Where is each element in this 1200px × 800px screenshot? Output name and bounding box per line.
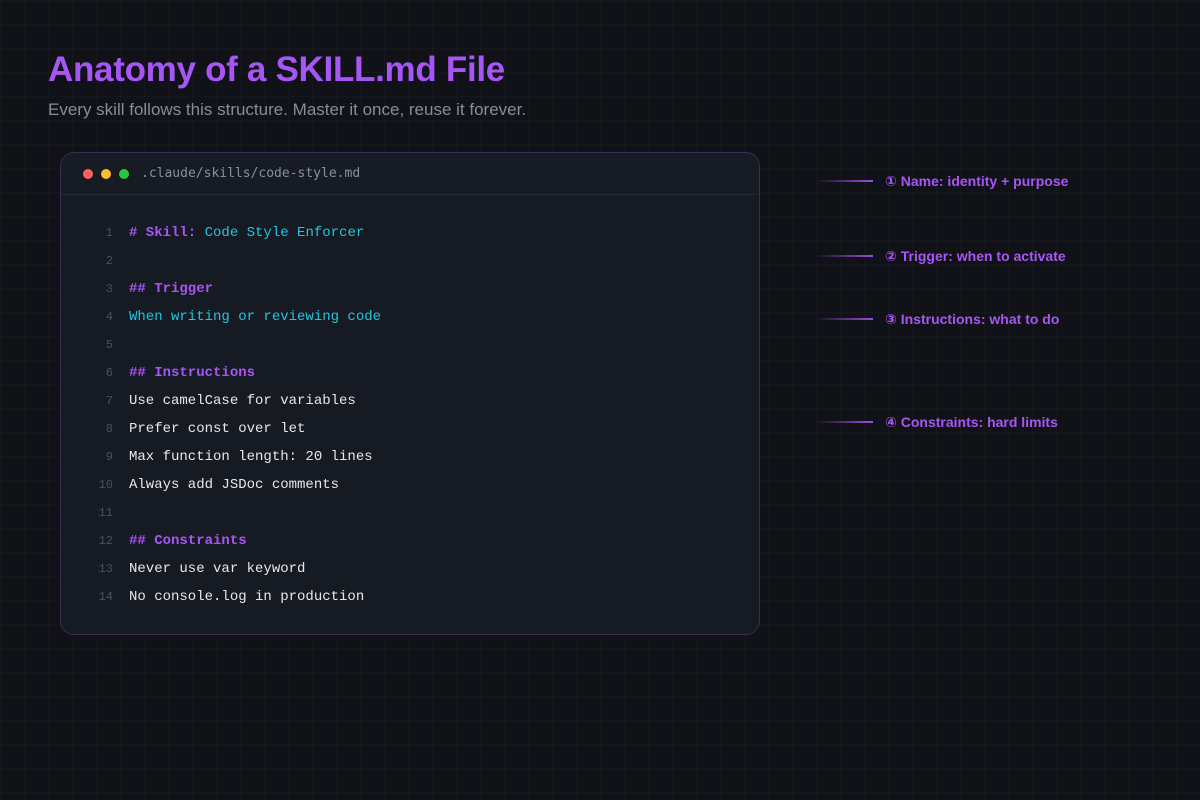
- line-text: ## Constraints: [129, 527, 247, 555]
- line-number: 12: [98, 534, 113, 548]
- line-number: 4: [105, 310, 113, 324]
- close-window-icon[interactable]: [83, 168, 93, 179]
- line-number: 5: [105, 338, 113, 352]
- code-line[interactable]: 14 No console.log in production: [61, 583, 759, 611]
- line-text: Max function length: 20 lines: [129, 443, 373, 471]
- annotation-constraints: ④ Constraints: hard limits: [815, 412, 1058, 432]
- code-token: ## Instructions: [129, 365, 256, 381]
- code-line[interactable]: 8 Prefer const over let: [61, 415, 759, 443]
- line-number: 11: [98, 506, 113, 520]
- connector-line: [815, 318, 873, 320]
- code-line[interactable]: 1 # Skill: Code Style Enforcer: [61, 219, 759, 247]
- line-number: 3: [105, 282, 113, 296]
- annotation-label: ③ Instructions: what to do: [885, 310, 1060, 327]
- line-number: 10: [98, 478, 113, 492]
- line-text: ## Trigger: [129, 275, 213, 303]
- code-token: ## Constraints: [129, 533, 247, 549]
- minimize-window-icon[interactable]: [101, 168, 111, 179]
- page-subtitle: Every skill follows this structure. Mast…: [48, 100, 527, 119]
- annotation-label: ① Name: identity + purpose: [885, 172, 1069, 189]
- annotation-label: ④ Constraints: hard limits: [885, 413, 1058, 430]
- line-number: 13: [98, 562, 113, 576]
- line-number: 2: [105, 254, 113, 268]
- line-text: When writing or reviewing code: [129, 303, 381, 331]
- code-token: Max function length: 20 lines: [129, 449, 373, 465]
- code-token: Prefer const over let: [129, 421, 306, 437]
- code-token: Code Style Enforcer: [204, 225, 365, 241]
- line-text: Never use var keyword: [129, 555, 305, 583]
- code-line[interactable]: 6 ## Instructions: [61, 359, 759, 387]
- line-text: Use camelCase for variables: [129, 387, 356, 415]
- editor-titlebar: .claude/skills/code-style.md: [61, 153, 759, 195]
- line-number: 8: [105, 422, 113, 436]
- line-text: Always add JSDoc comments: [129, 471, 339, 499]
- annotation-trigger: ② Trigger: when to activate: [815, 246, 1066, 266]
- maximize-window-icon[interactable]: [119, 168, 129, 179]
- line-text: No console.log in production: [129, 583, 364, 611]
- annotation-instructions: ③ Instructions: what to do: [815, 309, 1059, 329]
- code-token: ## Trigger: [129, 281, 214, 297]
- code-token: # Skill:: [129, 225, 205, 241]
- page-title: Anatomy of a SKILL.md File: [48, 50, 505, 89]
- code-line[interactable]: 11: [61, 499, 759, 527]
- annotation-label: ② Trigger: when to activate: [885, 247, 1066, 264]
- code-token: Never use var keyword: [129, 561, 306, 577]
- annotation-name: ① Name: identity + purpose: [815, 171, 1068, 191]
- code-line[interactable]: 2: [61, 247, 759, 275]
- code-line[interactable]: 5: [61, 331, 759, 359]
- line-number: 7: [105, 394, 113, 408]
- line-text: Prefer const over let: [129, 415, 305, 443]
- connector-line: [815, 421, 873, 423]
- code-line[interactable]: 7 Use camelCase for variables: [61, 387, 759, 415]
- code-token: Use camelCase for variables: [129, 393, 356, 409]
- code-token: When writing or reviewing code: [129, 309, 382, 325]
- code-body[interactable]: 1 # Skill: Code Style Enforcer 2 3 ## Trigge…: [61, 219, 759, 611]
- line-number: 9: [105, 450, 113, 464]
- code-line[interactable]: 10 Always add JSDoc comments: [61, 471, 759, 499]
- code-token: Always add JSDoc comments: [129, 477, 340, 493]
- code-line[interactable]: 13 Never use var keyword: [61, 555, 759, 583]
- line-text: ## Instructions: [129, 359, 255, 387]
- line-number: 14: [98, 590, 113, 604]
- line-number: 1: [105, 226, 113, 240]
- code-editor-window: .claude/skills/code-style.md 1 # Skill: C…: [60, 152, 760, 635]
- code-line[interactable]: 3 ## Trigger: [61, 275, 759, 303]
- code-line[interactable]: 12 ## Constraints: [61, 527, 759, 555]
- line-number: 6: [105, 366, 113, 380]
- connector-line: [815, 255, 873, 257]
- code-line[interactable]: 9 Max function length: 20 lines: [61, 443, 759, 471]
- connector-line: [815, 180, 873, 182]
- editor-filename: .claude/skills/code-style.md: [141, 166, 361, 181]
- code-token: No console.log in production: [129, 589, 365, 605]
- code-line[interactable]: 4 When writing or reviewing code: [61, 303, 759, 331]
- line-text: # Skill: Code Style Enforcer: [129, 219, 364, 247]
